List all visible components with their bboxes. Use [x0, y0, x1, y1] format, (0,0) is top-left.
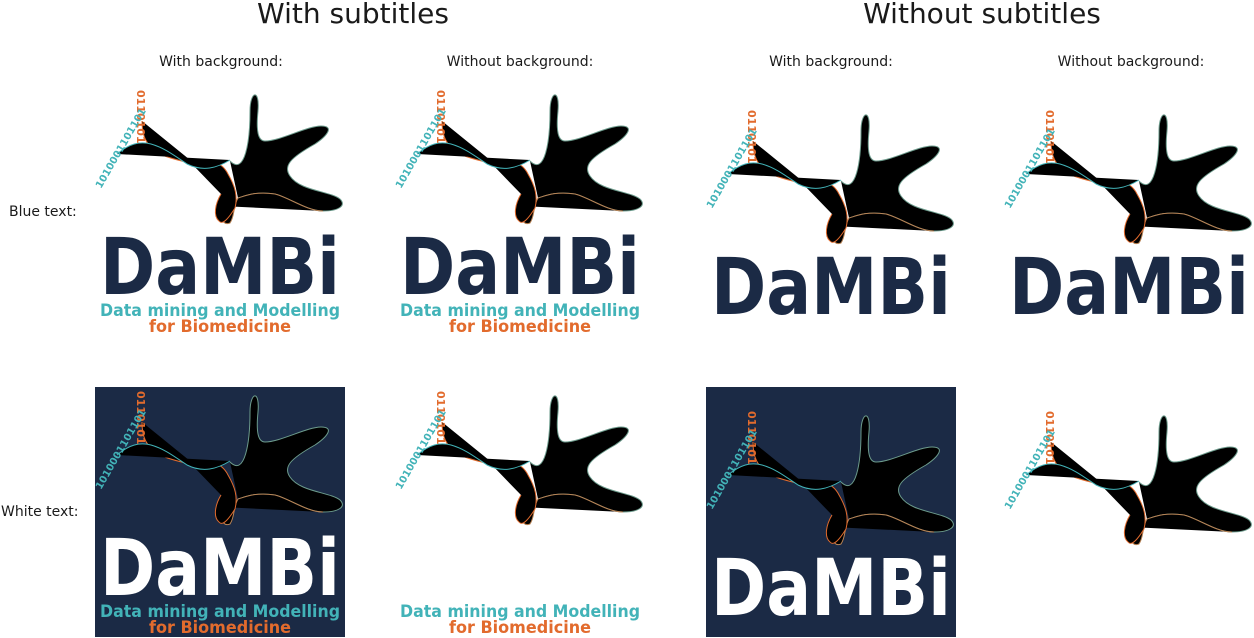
dambi-wordmark: DaMBi [400, 223, 640, 313]
header-with-subtitles: With subtitles [257, 0, 449, 30]
logo-tile: 0110101 1010001101101 DaMBi Data mining and… [95, 387, 345, 637]
logo-tile: 0110101 1010001101101 DaMBi [706, 86, 956, 336]
orange-strand [752, 140, 807, 185]
orange-strand [441, 421, 496, 466]
logo-tile: 0110101 1010001101101 [1004, 387, 1254, 637]
logo-tile: 0110101 1010001101101 Data mining and Mode… [395, 387, 645, 637]
logo-graphic [727, 114, 954, 245]
column-label-with-background: With background: [159, 54, 283, 70]
subtitle-line-2: for Biomedicine [149, 618, 291, 637]
orange-loop [1099, 180, 1146, 243]
column-label-without-background: Without background: [1057, 54, 1205, 70]
orange-loop [1099, 481, 1146, 544]
dambi-wordmark: DaMBi [711, 243, 951, 333]
subtitle-line-2: for Biomedicine [449, 618, 591, 637]
row-label-white-text: White text: [1, 504, 79, 520]
dambi-wordmark: DaMBi [100, 524, 340, 614]
dambi-logo: 01101011010001101101DaMBi [706, 387, 956, 637]
logo-tile: 0110101 1010001101101 DaMBi Data mining and… [95, 86, 345, 336]
subtitle-line-2: for Biomedicine [449, 317, 591, 336]
logo-tile: 0110101 1010001101101 DaMBi [706, 387, 956, 637]
logo-graphic [416, 94, 643, 225]
dambi-logo: 01101011010001101101DaMBiData mining and… [395, 90, 643, 336]
dambi-logo: 01101011010001101101 [1004, 411, 1252, 546]
logo-graphic [416, 395, 643, 526]
dambi-wordmark: DaMBi [711, 544, 951, 634]
column-label-without-background: Without background: [446, 54, 594, 70]
dambi-logo: 01101011010001101101DaMBiData mining and… [95, 90, 343, 336]
orange-loop [490, 461, 537, 524]
orange-loop [490, 160, 537, 223]
logo-graphic [1025, 415, 1252, 546]
dambi-logo: 01101011010001101101DaMBi [1004, 110, 1252, 333]
header-without-subtitles: Without subtitles [863, 0, 1101, 30]
dambi-logo: 01101011010001101101DaMBi [706, 110, 954, 333]
orange-strand [1050, 441, 1105, 486]
star-upper-curve [1138, 114, 1252, 232]
dambi-wordmark: DaMBi [100, 223, 340, 313]
dambi-logo: 01101011010001101101DaMBiData mining and… [95, 387, 345, 637]
star-upper-curve [529, 94, 643, 212]
star-upper-curve [840, 114, 954, 232]
orange-strand [1050, 140, 1105, 185]
column-label-with-background: With background: [769, 54, 893, 70]
orange-strand [141, 120, 196, 165]
dambi-wordmark: DaMBi [1009, 243, 1249, 333]
subtitle-line-2: for Biomedicine [149, 317, 291, 336]
star-upper-curve [229, 94, 343, 212]
star-upper-curve [1138, 415, 1252, 533]
dambi-logo: 01101011010001101101Data mining and Mode… [395, 391, 643, 637]
row-label-blue-text: Blue text: [9, 204, 77, 220]
logo-graphic [1025, 114, 1252, 245]
orange-loop [190, 160, 237, 223]
orange-loop [801, 180, 848, 243]
logo-graphic [116, 94, 343, 225]
orange-strand [441, 120, 496, 165]
logo-tile: 0110101 1010001101101 DaMBi [1004, 86, 1254, 336]
star-upper-curve [529, 395, 643, 513]
logo-tile: 0110101 1010001101101 DaMBi Data mining and… [395, 86, 645, 336]
